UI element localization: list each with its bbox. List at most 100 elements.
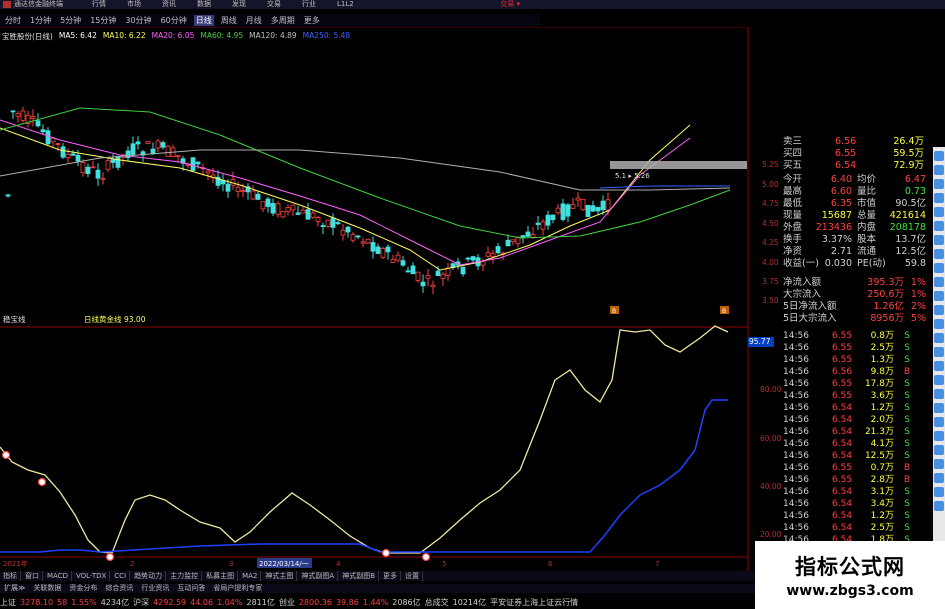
price-tick-label: 5.25 (762, 160, 779, 169)
toolbar-icon[interactable] (934, 305, 944, 315)
candle-body (125, 150, 131, 159)
candle-body (365, 238, 371, 244)
indicator-tab[interactable]: 私募主图 (203, 571, 239, 581)
feature-link[interactable]: 扩展≫ (0, 584, 29, 593)
indicator-tab[interactable]: 指标 (0, 571, 21, 581)
candle-body (220, 180, 226, 185)
tick-side: B (903, 367, 910, 377)
tick-price: 6.54 (832, 415, 853, 425)
toolbar-icon[interactable] (934, 361, 944, 371)
feature-link[interactable]: 关联数据 (29, 584, 65, 593)
status-item: 2811亿 (246, 598, 275, 607)
candle-body (430, 284, 436, 288)
candle-body (235, 186, 241, 192)
tick-price: 6.55 (832, 391, 853, 401)
indicator-value: 93.00 (124, 315, 146, 324)
stat-value: 2.71 (830, 246, 852, 257)
right-toolbar (933, 147, 945, 547)
toolbar-icon[interactable] (934, 151, 944, 161)
candle-body (420, 281, 426, 287)
indicator-tab[interactable]: 神式主图 (262, 571, 298, 581)
stat-label: 内盘 (857, 222, 877, 233)
candle-body (560, 203, 566, 220)
toolbar-icon[interactable] (934, 291, 944, 301)
toolbar-icon[interactable] (934, 333, 944, 343)
tick-time: 14:56 (783, 343, 809, 353)
tick-row: 14:56 6.54 1.2万 S (783, 510, 928, 522)
toolbar-icon[interactable] (934, 347, 944, 357)
toolbar-icon[interactable] (934, 375, 944, 385)
indicator-tab[interactable]: MA2 (239, 571, 262, 581)
indicator-tab[interactable]: 更多 (380, 571, 402, 581)
toolbar-icon[interactable] (934, 277, 944, 287)
tick-time: 14:56 (783, 439, 809, 449)
toolbar-icon[interactable] (934, 263, 944, 273)
tick-volume: 0.8万 (870, 331, 894, 341)
signal-marker (37, 477, 47, 487)
indicator-tab[interactable]: 设置 (402, 571, 424, 581)
toolbar-icon[interactable] (934, 431, 944, 441)
candle-body (135, 141, 141, 145)
toolbar-icon[interactable] (934, 207, 944, 217)
order-label: 卖三 (783, 136, 803, 147)
feature-link[interactable]: 行业资讯 (137, 584, 173, 593)
candle-body (435, 270, 441, 277)
tick-side: B (903, 475, 910, 485)
toolbar-icon[interactable] (934, 473, 944, 483)
tick-volume: 1.2万 (870, 511, 894, 521)
order-volume: 72.9万 (893, 160, 924, 171)
signal-marker (381, 548, 391, 558)
toolbar-icon[interactable] (934, 193, 944, 203)
toolbar-icon[interactable] (934, 403, 944, 413)
tick-time: 14:56 (783, 331, 809, 341)
stat-label: 现量 (783, 210, 803, 221)
toolbar-icon[interactable] (934, 165, 944, 175)
feature-link[interactable]: 省局户提利专家 (209, 584, 266, 593)
candle-body (275, 203, 281, 215)
tick-side: S (904, 439, 910, 449)
indicator-tab[interactable]: 窗口 (22, 571, 43, 581)
toolbar-icon[interactable] (934, 417, 944, 427)
flow-percent: 5% (910, 313, 926, 324)
candle-body (380, 248, 386, 258)
indicator-series: 日线黄金线 (84, 314, 122, 324)
signal-marker (1, 450, 11, 460)
indicator-tab[interactable]: 主力监控 (167, 571, 203, 581)
toolbar-icon[interactable] (934, 501, 944, 511)
candle-body (580, 198, 586, 211)
feature-link[interactable]: 综合资讯 (101, 584, 137, 593)
candle-body (330, 217, 336, 228)
indicator-tab[interactable]: VOL-TDX (73, 571, 111, 581)
stat-value: 421614 (889, 210, 926, 221)
order-volume: 59.5万 (893, 148, 924, 159)
toolbar-icon[interactable] (934, 249, 944, 259)
indicator-tab[interactable]: CCI (111, 571, 131, 581)
indicator-tab[interactable]: 趋势动力 (131, 571, 167, 581)
candle-body (465, 257, 471, 260)
candle-body (20, 110, 26, 121)
toolbar-icon[interactable] (934, 319, 944, 329)
quote-row: 卖三 6.56 26.4万 (783, 136, 928, 148)
stat-label: 量比 (857, 186, 877, 197)
toolbar-icon[interactable] (934, 445, 944, 455)
candle-body (40, 129, 46, 133)
toolbar-icon[interactable] (934, 389, 944, 399)
toolbar-icon[interactable] (934, 221, 944, 231)
candle-body (565, 204, 571, 217)
toolbar-icon[interactable] (934, 179, 944, 189)
candle-body (385, 246, 391, 253)
candle-body (325, 219, 331, 227)
indicator-name: 稳宝线 (3, 314, 26, 324)
feature-link[interactable]: 资金分布 (65, 584, 101, 593)
toolbar-icon[interactable] (934, 459, 944, 469)
feature-link[interactable]: 互动问答 (173, 584, 209, 593)
candle-body (90, 166, 96, 169)
toolbar-icon[interactable] (934, 235, 944, 245)
tick-row: 14:56 6.54 12.5万 S (783, 450, 928, 462)
indicator-tab[interactable]: 神式副图A (298, 571, 339, 581)
order-price: 6.54 (835, 160, 857, 171)
order-label: 买四 (783, 148, 803, 159)
indicator-tab[interactable]: MACD (44, 571, 72, 581)
indicator-tab[interactable]: 神式副图B (339, 571, 380, 581)
toolbar-icon[interactable] (934, 487, 944, 497)
